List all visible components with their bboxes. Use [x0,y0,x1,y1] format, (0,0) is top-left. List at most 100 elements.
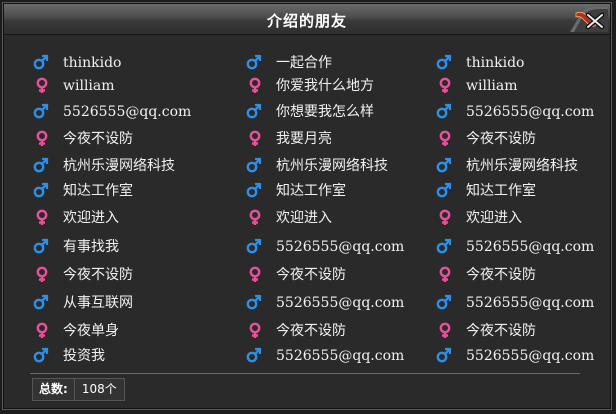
male-icon [436,157,452,173]
friend-name: 你爱我什么地方 [276,78,374,94]
friend-name: 欢迎进入 [466,210,522,226]
friend-name: 今夜不设防 [466,267,536,283]
friend-name: william [466,78,518,94]
friend-name: 今夜不设防 [276,267,346,283]
male-icon [436,294,452,310]
friend-item[interactable]: 杭州乐漫网络科技 [31,155,175,177]
friend-name: 今夜不设防 [63,267,133,283]
friend-name: 知达工作室 [63,183,133,199]
male-icon [246,157,262,173]
friend-item[interactable]: 我要月亮 [244,128,332,150]
window-title: 介绍的朋友 [266,12,347,30]
friend-name: 知达工作室 [466,183,536,199]
friend-item[interactable]: 欢迎进入 [434,207,522,229]
female-icon [439,266,451,282]
female-icon [249,209,261,225]
close-button[interactable] [568,6,608,32]
friend-item[interactable]: 今夜不设防 [434,128,536,150]
friend-item[interactable]: 你爱我什么地方 [244,75,374,97]
female-icon [36,209,48,225]
male-icon [246,347,262,363]
female-icon [249,266,261,282]
friend-item[interactable]: thinkido [31,52,122,74]
friend-name: 今夜不设防 [466,323,536,339]
friend-name: 5526555@qq.com [276,295,405,311]
female-icon [36,266,48,282]
female-icon [249,130,261,146]
friend-item[interactable]: thinkido [434,52,525,74]
friend-name: 欢迎进入 [63,210,119,226]
male-icon [33,157,49,173]
male-icon [33,103,49,119]
female-icon [439,322,451,338]
friend-name: 5526555@qq.com [466,348,595,364]
friend-name: 今夜不设防 [276,323,346,339]
male-icon [33,54,49,70]
friend-item[interactable]: 杭州乐漫网络科技 [434,155,578,177]
friend-name: 知达工作室 [276,183,346,199]
female-icon [249,322,261,338]
friend-name: 欢迎进入 [276,210,332,226]
friend-name: 从事互联网 [63,295,133,311]
female-icon [36,77,48,93]
friend-item[interactable]: 今夜不设防 [434,264,536,286]
male-icon [33,182,49,198]
friend-name: 5526555@qq.com [276,348,405,364]
friend-name: 5526555@qq.com [63,104,192,120]
friend-item[interactable]: 5526555@qq.com [31,101,191,123]
friend-name: thinkido [466,55,525,71]
male-icon [436,347,452,363]
friend-item[interactable]: 今夜不设防 [244,264,346,286]
total-count-box: 总数: 108个 [32,378,125,401]
friend-item[interactable]: 投资我 [31,345,105,367]
friend-item[interactable]: 欢迎进入 [31,207,119,229]
friend-item[interactable]: 今夜不设防 [244,320,346,342]
friend-name: 今夜不设防 [466,131,536,147]
friend-item[interactable]: 今夜不设防 [31,264,133,286]
friend-name: 有事找我 [63,239,119,255]
male-icon [436,238,452,254]
friend-item[interactable]: 知达工作室 [434,180,536,202]
friend-item[interactable]: 5526555@qq.com [434,236,594,258]
male-icon [33,238,49,254]
friend-item[interactable]: 今夜单身 [31,320,119,342]
friend-item[interactable]: 今夜不设防 [31,128,133,150]
friend-item[interactable]: 有事找我 [31,236,119,258]
friend-item[interactable]: 一起合作 [244,52,332,74]
friend-item[interactable]: 你想要我怎么样 [244,101,374,123]
friend-item[interactable]: 从事互联网 [31,292,133,314]
friend-item[interactable]: william [31,75,115,97]
total-value: 108个 [81,382,117,396]
friend-name: 5526555@qq.com [276,239,405,255]
friend-item[interactable]: 杭州乐漫网络科技 [244,155,388,177]
female-icon [439,130,451,146]
close-icon [570,6,608,32]
friend-item[interactable]: 知达工作室 [31,180,133,202]
friend-item[interactable]: 5526555@qq.com [434,292,594,314]
friend-item[interactable]: 欢迎进入 [244,207,332,229]
male-icon [246,54,262,70]
friend-item[interactable]: 5526555@qq.com [434,345,594,367]
friend-item[interactable]: 5526555@qq.com [244,236,404,258]
friend-item[interactable]: william [434,75,518,97]
friend-item[interactable]: 5526555@qq.com [244,292,404,314]
friends-dialog: 介绍的朋友 thinkido william 5526555@qq.com 今夜不设防… [2,2,612,410]
female-icon [36,322,48,338]
male-icon [436,54,452,70]
friend-name: 今夜单身 [63,323,119,339]
friend-item[interactable]: 5526555@qq.com [244,345,404,367]
female-icon [36,130,48,146]
friend-name: 杭州乐漫网络科技 [466,158,578,174]
friend-name: 我要月亮 [276,131,332,147]
friend-item[interactable]: 5526555@qq.com [434,101,594,123]
male-icon [436,103,452,119]
male-icon [246,294,262,310]
male-icon [33,347,49,363]
friend-name: 杭州乐漫网络科技 [276,158,388,174]
friend-item[interactable]: 知达工作室 [244,180,346,202]
title-bar: 介绍的朋友 [4,4,610,35]
friend-name: 杭州乐漫网络科技 [63,158,175,174]
friend-item[interactable]: 今夜不设防 [434,320,536,342]
friend-name: thinkido [63,55,122,71]
friend-name: 一起合作 [276,55,332,71]
